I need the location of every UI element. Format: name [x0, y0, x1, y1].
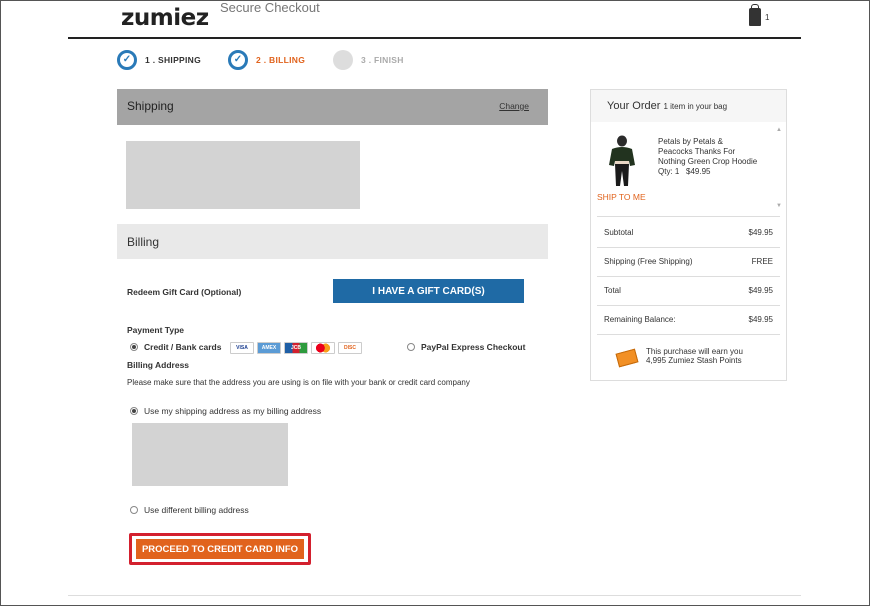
- divider: [597, 334, 780, 335]
- stash-box-icon: [615, 348, 639, 368]
- shipping-section-header: Shipping Change: [117, 89, 548, 125]
- paypal-label: PayPal Express Checkout: [421, 342, 526, 352]
- card-logos: VISA AMEX JCB MC DISC: [230, 342, 362, 354]
- summary-row-remaining-balance: Remaining Balance: $49.95: [604, 315, 773, 324]
- divider: [597, 276, 780, 277]
- mastercard-icon: MC: [311, 342, 335, 354]
- check-icon: ✓: [228, 50, 248, 70]
- product-image: [609, 135, 635, 186]
- step-label: 1 . SHIPPING: [145, 55, 202, 65]
- use-shipping-label: Use my shipping address as my billing ad…: [144, 406, 322, 416]
- order-scrollbar[interactable]: ▲ ▼: [773, 123, 785, 213]
- use-shipping-radio[interactable]: [130, 407, 138, 415]
- pending-circle-icon: [333, 50, 353, 70]
- summary-row-total: Total $49.95: [604, 286, 773, 295]
- secure-checkout-label: Secure Checkout: [220, 0, 320, 15]
- order-subtitle: 1 item in your bag: [663, 102, 728, 111]
- proceed-to-credit-card-button[interactable]: PROCEED TO CREDIT CARD INFO: [136, 539, 304, 559]
- divider: [597, 247, 780, 248]
- paypal-option[interactable]: PayPal Express Checkout: [407, 342, 525, 352]
- credit-card-radio[interactable]: [130, 343, 138, 351]
- zumiez-logo[interactable]: zumiez: [121, 5, 209, 31]
- billing-address-note: Please make sure that the address you ar…: [127, 378, 470, 387]
- divider: [597, 305, 780, 306]
- bag-count: 1: [765, 13, 770, 22]
- ship-to-me-label: SHIP TO ME: [597, 192, 646, 202]
- shipping-title: Shipping: [127, 99, 174, 113]
- divider: [597, 216, 780, 217]
- scroll-up-icon[interactable]: ▲: [776, 127, 782, 133]
- use-different-radio[interactable]: [130, 506, 138, 514]
- step-shipping[interactable]: ✓ 1 . SHIPPING: [117, 50, 201, 70]
- paypal-radio[interactable]: [407, 343, 415, 351]
- credit-card-label: Credit / Bank cards: [144, 342, 222, 352]
- change-shipping-link[interactable]: Change: [499, 101, 529, 111]
- use-shipping-address-option[interactable]: Use my shipping address as my billing ad…: [130, 406, 321, 416]
- order-summary-panel: Your Order 1 item in your bag Petals by …: [590, 89, 787, 381]
- order-title: Your Order 1 item in your bag: [607, 100, 728, 112]
- step-label: 2 . BILLING: [256, 55, 306, 65]
- summary-row-subtotal: Subtotal $49.95: [604, 228, 773, 237]
- gift-card-button[interactable]: I HAVE A GIFT CARD(S): [333, 279, 524, 303]
- order-header: Your Order 1 item in your bag: [591, 90, 786, 122]
- billing-title: Billing: [127, 235, 160, 249]
- shopping-bag-icon[interactable]: [749, 4, 761, 26]
- proceed-button-highlight: PROCEED TO CREDIT CARD INFO: [129, 533, 311, 565]
- step-label: 3 . FINISH: [361, 55, 404, 65]
- stash-points-promo: This purchase will earn you 4,995 Zumiez…: [615, 347, 743, 368]
- step-finish: 3 . FINISH: [333, 50, 404, 70]
- product-details: Petals by Petals & Peacocks Thanks For N…: [658, 137, 758, 177]
- billing-address-label: Billing Address: [127, 360, 190, 370]
- billing-section-header: Billing: [117, 224, 548, 259]
- proceed-underline: [138, 559, 302, 560]
- footer-divider: [68, 595, 801, 596]
- use-different-address-option[interactable]: Use different billing address: [130, 505, 249, 515]
- summary-row-shipping: Shipping (Free Shipping) FREE: [604, 257, 773, 266]
- jcb-icon: JCB: [284, 342, 308, 354]
- shipping-address-placeholder: [126, 141, 360, 209]
- scroll-down-icon[interactable]: ▼: [776, 203, 782, 209]
- check-icon: ✓: [117, 50, 137, 70]
- header-divider: [68, 37, 801, 39]
- product-qty-price: Qty: 1 $49.95: [658, 167, 711, 176]
- redeem-gift-card-label: Redeem Gift Card (Optional): [127, 287, 242, 297]
- step-billing: ✓ 2 . BILLING: [228, 50, 305, 70]
- credit-card-option[interactable]: Credit / Bank cards: [130, 342, 221, 352]
- stash-points-text: This purchase will earn you 4,995 Zumiez…: [646, 347, 743, 365]
- amex-icon: AMEX: [257, 342, 281, 354]
- visa-icon: VISA: [230, 342, 254, 354]
- payment-type-label: Payment Type: [127, 325, 185, 335]
- discover-icon: DISC: [338, 342, 362, 354]
- use-different-label: Use different billing address: [144, 505, 249, 515]
- product-name: Petals by Petals & Peacocks Thanks For N…: [658, 137, 758, 166]
- billing-address-placeholder: [132, 423, 288, 486]
